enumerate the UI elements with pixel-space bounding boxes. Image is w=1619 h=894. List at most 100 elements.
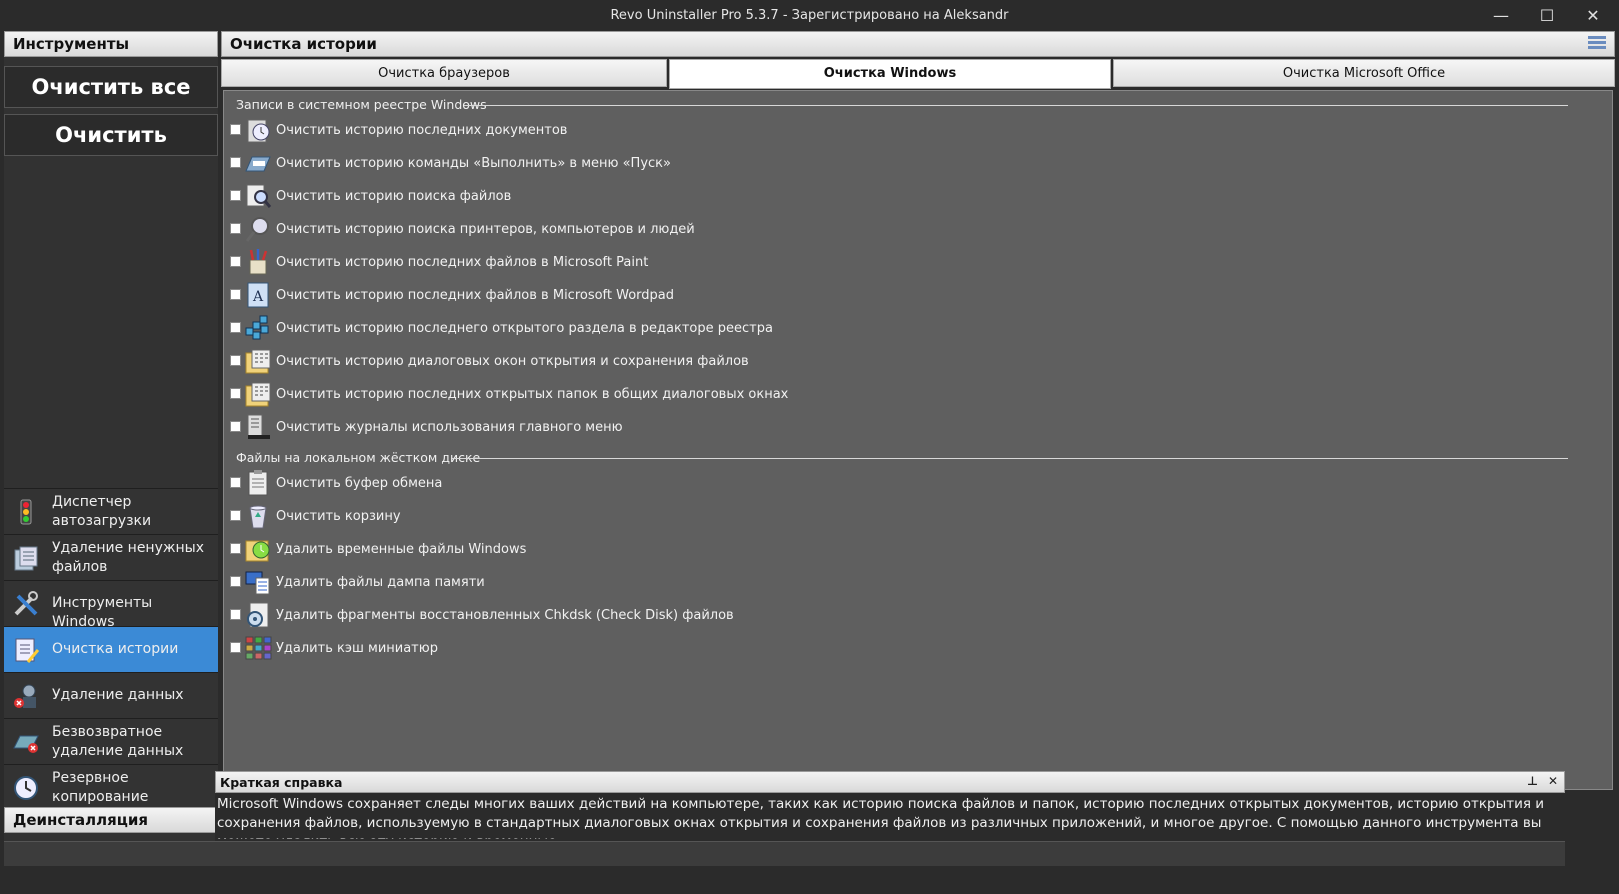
group-local-disk-title: Файлы на локальном жёстком диске [236,450,481,465]
item-label: Очистить журналы использования главного … [276,420,623,435]
list-item[interactable]: Очистить историю команды «Выполнить» в м… [230,149,1130,179]
checkbox[interactable] [230,157,241,168]
evidence-remover-icon [14,684,36,708]
list-item[interactable]: A Очистить историю последних файлов в Mi… [230,281,1130,311]
item-label: Очистить историю диалоговых окон открыти… [276,354,749,369]
checkbox[interactable] [230,256,241,267]
checkbox[interactable] [230,223,241,234]
list-item[interactable]: Очистить историю диалоговых окон открыти… [230,347,1130,377]
checkbox[interactable] [230,124,241,135]
unrecoverable-delete-icon [13,735,39,753]
item-label: Удалить файлы дампа памяти [276,575,485,590]
close-icon[interactable]: ✕ [1548,774,1558,788]
list-item[interactable]: Очистить историю последнего открытого ра… [230,314,1130,344]
main-panel: Очистка истории Очистка браузеров Очистк… [221,31,1615,791]
tools-header[interactable]: Инструменты [4,31,218,57]
list-item[interactable]: Удалить кэш миниатюр [230,634,1130,664]
tab-browsers[interactable]: Очистка браузеров [221,59,667,87]
quick-help-title: Краткая справка [220,775,343,790]
start-menu-icon [247,414,270,439]
maximize-button[interactable]: ☐ [1524,0,1570,32]
traffic-light-icon [20,499,32,525]
group-registry-title: Записи в системном реестре Windows [236,97,487,112]
sidebar-item-label: Безвозвратное удаление данных [52,724,184,759]
list-item[interactable]: Удалить фрагменты восстановленных Chkdsk… [230,601,1130,631]
group-divider [464,105,1568,106]
sidebar-item-label: Удаление ненужных файлов [52,540,204,575]
quick-help-panel: Краткая справка ⊥ ✕ Microsoft Windows со… [215,771,1565,841]
windows-cleaner-content: Записи в системном реестре Windows Очист… [223,90,1613,790]
checkbox[interactable] [230,576,241,587]
memory-dump-icon [245,571,270,595]
list-item[interactable]: Очистить историю последних открытых папо… [230,380,1130,410]
group-divider [452,458,1568,459]
checkbox[interactable] [230,388,241,399]
wordpad-icon: A [247,282,269,308]
item-label: Очистить историю последних документов [276,123,568,138]
checkbox[interactable] [230,510,241,521]
close-button[interactable]: ✕ [1570,0,1616,32]
checkbox[interactable] [230,289,241,300]
sidebar-item-windows-tools[interactable]: Инструменты Windows [4,580,218,630]
dialog-folder-icon [245,349,271,374]
dialog-folder-icon [245,382,271,407]
sidebar-item-evidence-remover[interactable]: Удаление данных [4,672,218,718]
list-item[interactable]: Очистить журналы использования главного … [230,413,1130,443]
list-item[interactable]: Очистить буфер обмена [230,469,1130,499]
list-item[interactable]: Удалить файлы дампа памяти [230,568,1130,598]
list-item[interactable]: Удалить временные файлы Windows [230,535,1130,565]
tab-ms-office[interactable]: Очистка Microsoft Office [1113,59,1615,87]
checkbox[interactable] [230,642,241,653]
item-label: Очистить корзину [276,509,401,524]
temp-files-icon [245,540,270,562]
clean-all-button[interactable]: Очистить все [4,66,218,108]
checkbox[interactable] [230,190,241,201]
backup-clock-icon [14,776,38,800]
item-label: Удалить кэш миниатюр [276,641,438,656]
status-bar [4,841,1565,866]
item-label: Очистить историю поиска принтеров, компь… [276,222,695,237]
sidebar-item-autorun-manager[interactable]: Диспетчер автозагрузки [4,488,218,534]
file-search-icon [246,184,272,208]
item-label: Очистить историю последних открытых папо… [276,387,789,402]
sidebar-item-label: Резервное копирование [52,770,149,805]
sidebar-item-junk-files[interactable]: Удаление ненужных файлов [4,534,218,580]
item-label: Очистить историю команды «Выполнить» в м… [276,156,671,171]
sidebar-item-history-cleaner[interactable]: Очистка истории [4,626,218,672]
list-item[interactable]: Очистить корзину [230,502,1130,532]
checkbox[interactable] [230,543,241,554]
tab-windows[interactable]: Очистка Windows [669,59,1111,89]
uninstall-header[interactable]: Деинсталляция [4,807,218,833]
checkbox[interactable] [230,355,241,366]
pin-icon[interactable]: ⊥ [1527,774,1538,788]
list-item[interactable]: Очистить историю последних файлов в Micr… [230,248,1130,278]
clipboard-icon [248,470,268,496]
magnifier-icon [245,217,269,242]
sidebar-item-backup[interactable]: Резервное копирование [4,764,218,810]
svg-text:A: A [252,289,264,305]
tools-sidebar: Инструменты Очистить все Очистить Диспет… [4,31,218,866]
minimize-button[interactable]: — [1478,0,1524,32]
tools-icon [14,591,38,616]
junk-files-icon [14,546,38,571]
list-item[interactable]: Очистить историю поиска принтеров, компь… [230,215,1130,245]
title-bar: Revo Uninstaller Pro 5.3.7 - Зарегистрир… [0,0,1619,32]
window-title: Revo Uninstaller Pro 5.3.7 - Зарегистрир… [610,8,1009,23]
chkdsk-fragments-icon [247,602,269,628]
checkbox[interactable] [230,609,241,620]
page-title-text: Очистка истории [230,35,377,53]
history-cleaner-icon [15,638,40,663]
list-item[interactable]: Очистить историю поиска файлов [230,182,1130,212]
checkbox[interactable] [230,421,241,432]
checkbox[interactable] [230,322,241,333]
tab-strip: Очистка браузеров Очистка Windows Очистк… [221,59,1615,89]
sidebar-item-unrecoverable-delete[interactable]: Безвозвратное удаление данных [4,718,218,764]
checkbox[interactable] [230,477,241,488]
list-item[interactable]: Очистить историю последних документов [230,116,1130,146]
run-command-icon [245,156,271,172]
item-label: Очистить историю последних файлов в Micr… [276,288,675,303]
menu-icon[interactable] [1588,36,1606,52]
sidebar-item-label: Диспетчер автозагрузки [52,494,152,529]
clean-button[interactable]: Очистить [4,114,218,156]
item-label: Очистить историю последнего открытого ра… [276,321,773,336]
